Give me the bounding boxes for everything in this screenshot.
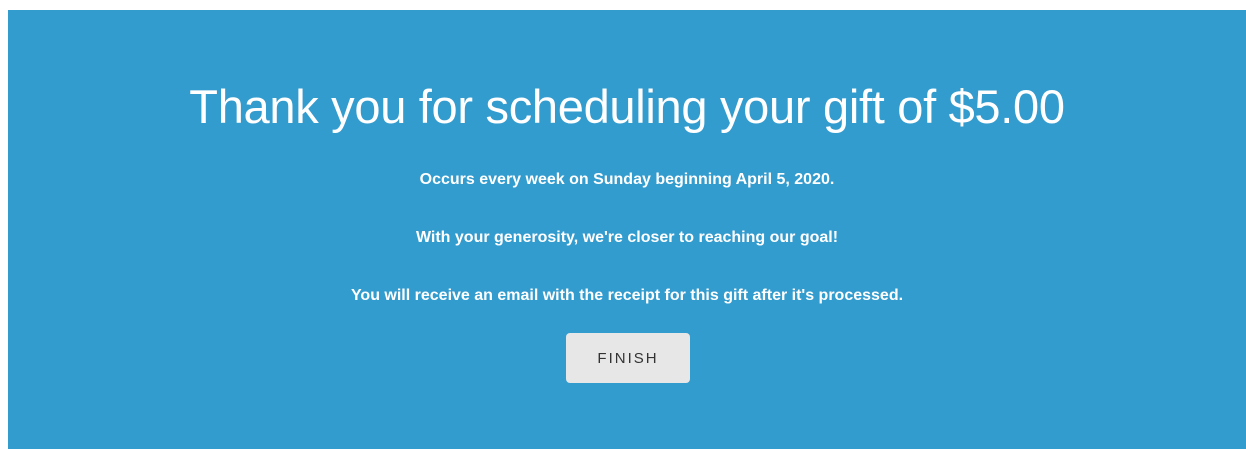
schedule-text: Occurs every week on Sunday beginning Ap… — [419, 171, 835, 188]
confirmation-title: Thank you for scheduling your gift of $5… — [189, 80, 1065, 133]
confirmation-panel: Thank you for scheduling your gift of $5… — [8, 10, 1246, 449]
receipt-text: You will receive an email with the recei… — [350, 287, 904, 304]
finish-button[interactable]: FINISH — [566, 333, 690, 383]
generosity-text: With your generosity, we're closer to re… — [415, 229, 839, 246]
